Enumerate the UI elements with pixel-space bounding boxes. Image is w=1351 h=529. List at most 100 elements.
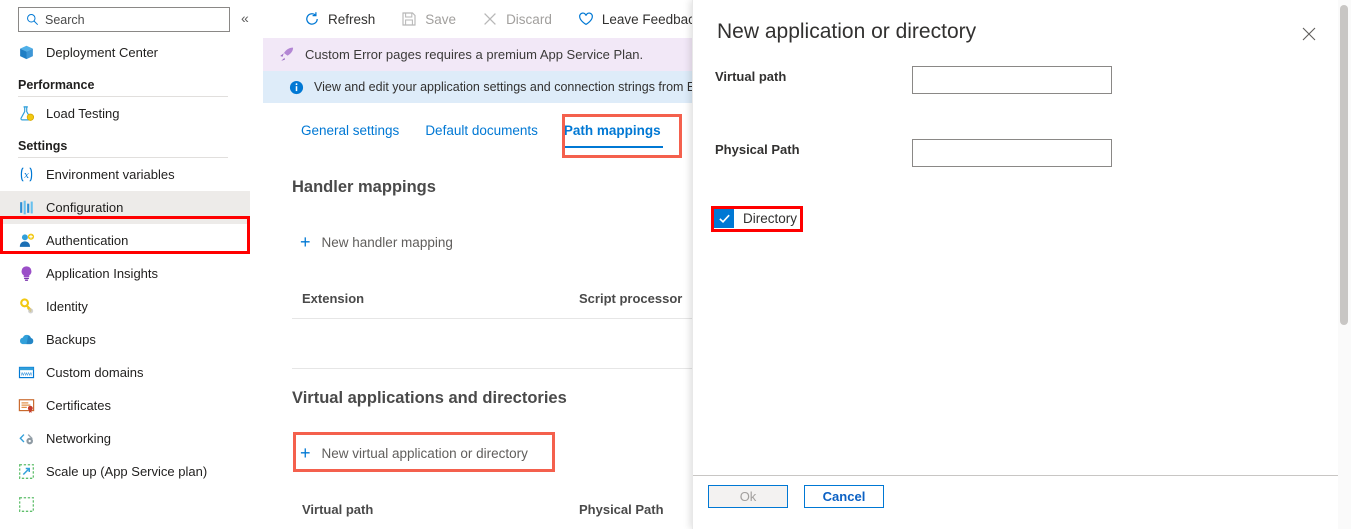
sidebar-item-label: Load Testing — [46, 106, 120, 121]
networking-icon — [18, 430, 35, 447]
sidebar-group-label: Performance — [18, 78, 228, 96]
new-virtual-application-label: New virtual application or directory — [322, 446, 528, 461]
leave-feedback-label: Leave Feedback — [602, 12, 702, 27]
sidebar-group-label: Settings — [18, 139, 228, 157]
sidebar-item-label: Networking — [46, 431, 111, 446]
physical-path-input[interactable] — [912, 139, 1112, 167]
sidebar-item-label: Custom domains — [46, 365, 144, 380]
heart-icon — [578, 11, 594, 27]
checkmark-icon — [718, 212, 731, 225]
discard-button[interactable]: Discard — [469, 0, 565, 38]
close-button[interactable] — [1299, 24, 1319, 44]
sidebar-item-label: Scale up (App Service plan) — [46, 464, 207, 479]
column-header-extension: Extension — [302, 291, 364, 306]
custom-domains-icon: www — [18, 364, 35, 381]
panel-footer-divider — [693, 475, 1351, 476]
chevron-double-left-icon[interactable]: « — [241, 11, 249, 25]
svg-text:x: x — [24, 171, 29, 181]
ok-button[interactable]: Ok — [708, 485, 788, 508]
panel-title: New application or directory — [717, 20, 976, 44]
discard-icon — [482, 11, 498, 27]
configuration-icon — [18, 199, 35, 216]
sidebar-item-label: Configuration — [46, 200, 123, 215]
sidebar-group-settings: Settings — [0, 130, 250, 158]
azure-portal-screen: Search « Deployment Center Performance — [0, 0, 1351, 529]
rocket-icon — [278, 46, 295, 63]
scale-up-icon — [18, 463, 35, 480]
sidebar-item-label: Authentication — [46, 233, 128, 248]
premium-banner-text: Custom Error pages requires a premium Ap… — [305, 47, 643, 62]
identity-key-icon — [18, 298, 35, 315]
variables-icon: x — [18, 166, 35, 183]
column-header-virtual-path: Virtual path — [302, 502, 373, 517]
sidebar-item-scale-up[interactable]: Scale up (App Service plan) — [0, 455, 250, 488]
sidebar: Search « Deployment Center Performance — [0, 0, 250, 529]
certificates-icon — [18, 397, 35, 414]
sidebar-item-label: Deployment Center — [46, 45, 158, 60]
sidebar-item-authentication[interactable]: Authentication — [0, 224, 250, 257]
directory-checkbox-row[interactable]: Directory — [714, 208, 797, 228]
backups-cloud-icon — [18, 331, 35, 348]
sidebar-item-deployment-center[interactable]: Deployment Center — [0, 36, 250, 69]
tab-label: Default documents — [425, 123, 538, 138]
column-header-script-processor: Script processor — [579, 291, 682, 306]
sidebar-item-application-insights[interactable]: Application Insights — [0, 257, 250, 290]
sidebar-item-label: Identity — [46, 299, 88, 314]
save-button[interactable]: Save — [388, 0, 469, 38]
sidebar-item-identity[interactable]: Identity — [0, 290, 250, 323]
discard-label: Discard — [506, 12, 552, 27]
new-handler-mapping-label: New handler mapping — [322, 235, 453, 250]
refresh-button[interactable]: Refresh — [291, 0, 388, 38]
cancel-button-label: Cancel — [823, 489, 866, 504]
save-label: Save — [425, 12, 456, 27]
new-handler-mapping-button[interactable]: + New handler mapping — [300, 228, 453, 256]
sidebar-item-label: Backups — [46, 332, 96, 347]
refresh-label: Refresh — [328, 12, 375, 27]
search-placeholder: Search — [45, 13, 85, 27]
virtual-path-label: Virtual path — [715, 69, 786, 84]
search-icon — [26, 13, 39, 26]
sidebar-item-label: Certificates — [46, 398, 111, 413]
handler-mappings-title: Handler mappings — [292, 178, 436, 197]
sidebar-item-backups[interactable]: Backups — [0, 323, 250, 356]
sidebar-item-custom-domains[interactable]: www Custom domains — [0, 356, 250, 389]
tab-path-mappings[interactable]: Path mappings — [551, 112, 674, 148]
plus-icon: + — [300, 444, 311, 462]
sidebar-nav-list: Deployment Center Performance Load Testi… — [0, 36, 250, 521]
new-virtual-application-button[interactable]: + New virtual application or directory — [300, 439, 528, 467]
info-icon — [289, 80, 304, 95]
application-insights-icon — [18, 265, 35, 282]
sidebar-item-networking[interactable]: Networking — [0, 422, 250, 455]
sidebar-item-partial[interactable] — [0, 488, 250, 521]
authentication-icon — [18, 232, 35, 249]
column-header-physical-path: Physical Path — [579, 502, 664, 517]
tab-default-documents[interactable]: Default documents — [412, 112, 551, 148]
save-icon — [401, 11, 417, 27]
sidebar-group-performance: Performance — [0, 69, 250, 97]
virtual-path-input[interactable] — [912, 66, 1112, 94]
directory-checkbox[interactable] — [714, 208, 734, 228]
info-banner-text: View and edit your application settings … — [314, 80, 708, 94]
tab-label: General settings — [301, 123, 399, 138]
close-icon — [1302, 27, 1316, 41]
sidebar-item-environment-variables[interactable]: x Environment variables — [0, 158, 250, 191]
svg-text:www: www — [21, 372, 33, 378]
search-input[interactable]: Search — [18, 7, 230, 32]
sidebar-item-certificates[interactable]: Certificates — [0, 389, 250, 422]
sidebar-item-configuration[interactable]: Configuration — [0, 191, 250, 224]
sidebar-item-label: Environment variables — [46, 167, 175, 182]
cancel-button[interactable]: Cancel — [804, 485, 884, 508]
new-application-or-directory-panel: New application or directory Virtual pat… — [692, 0, 1351, 529]
plus-icon: + — [300, 233, 311, 251]
tab-label: Path mappings — [564, 123, 661, 138]
load-testing-icon — [18, 105, 35, 122]
sidebar-search: Search — [18, 7, 230, 32]
scale-out-icon — [18, 496, 35, 513]
tab-general-settings[interactable]: General settings — [288, 112, 412, 148]
sidebar-item-label: Application Insights — [46, 266, 158, 281]
virtual-applications-title: Virtual applications and directories — [292, 389, 567, 408]
deployment-center-icon — [18, 44, 35, 61]
sidebar-item-load-testing[interactable]: Load Testing — [0, 97, 250, 130]
refresh-icon — [304, 11, 320, 27]
panel-scrollbar-thumb[interactable] — [1340, 5, 1348, 325]
